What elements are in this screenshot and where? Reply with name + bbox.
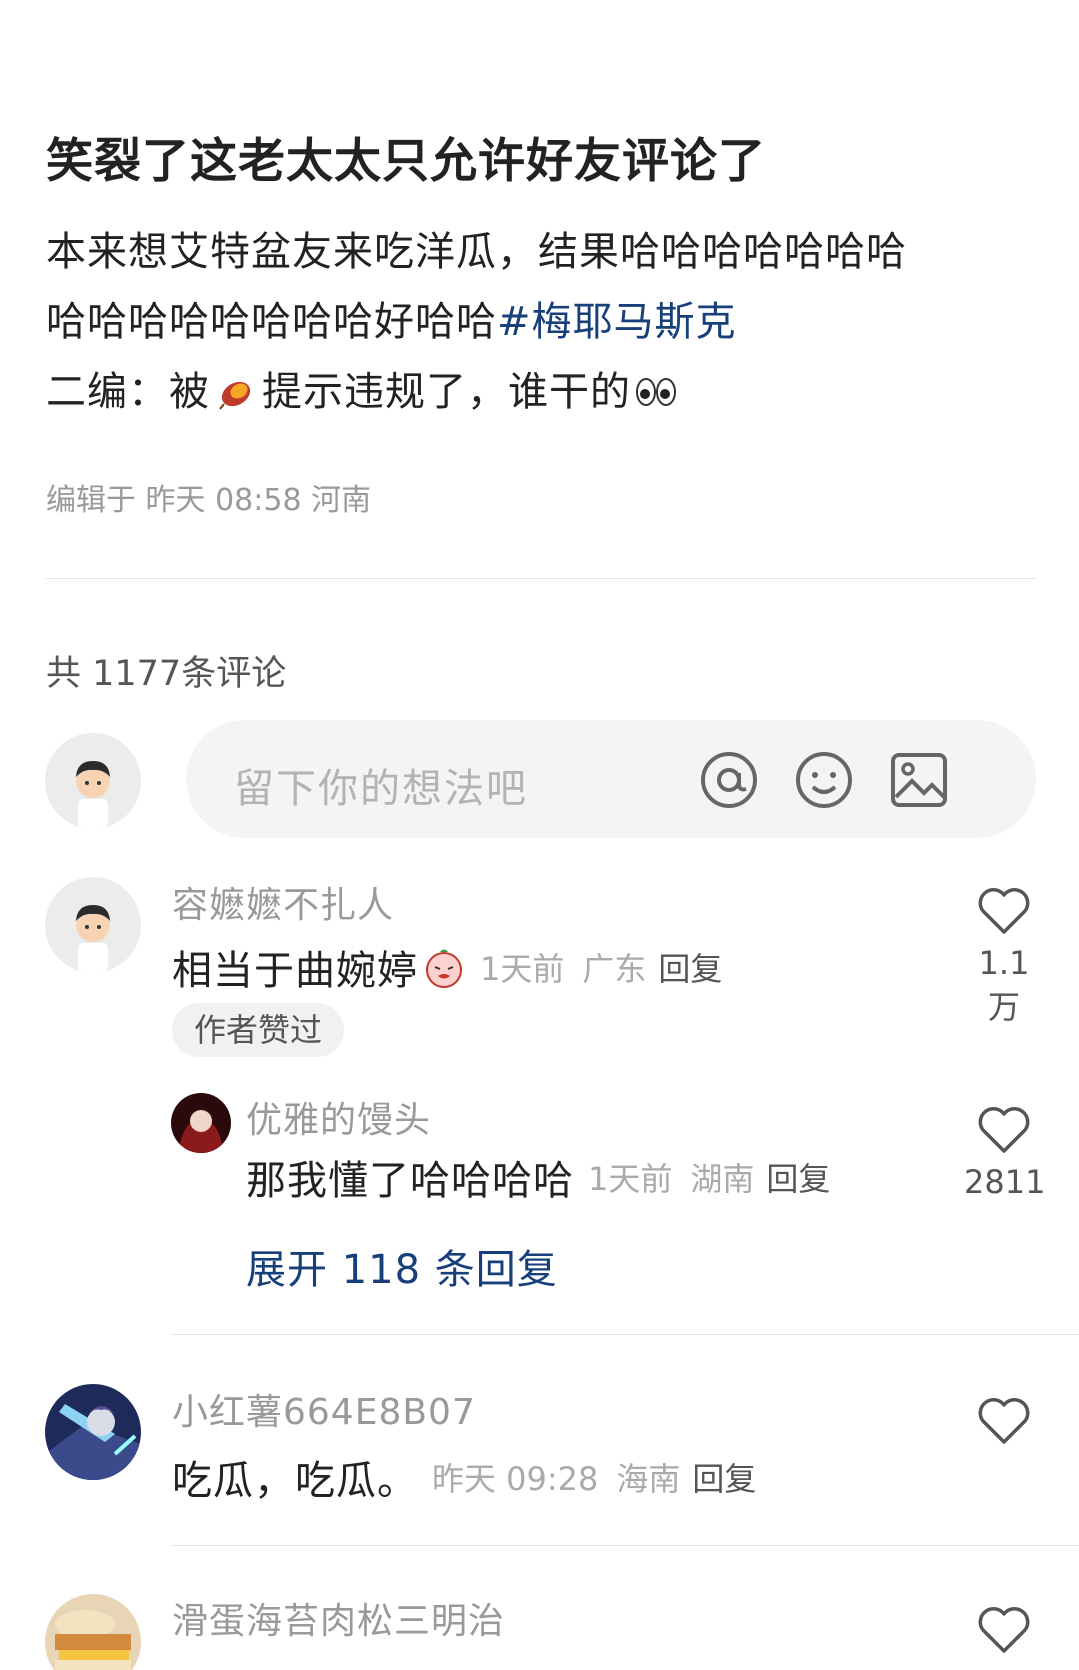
post-body-text: 哈哈哈哈哈哈哈哈好哈哈 (46, 299, 497, 345)
comment-time: 昨天 09:28 (432, 1460, 599, 1498)
reply-location: 湖南 (690, 1160, 755, 1198)
post-title: 笑裂了这老太太只允许好友评论了 (46, 134, 766, 189)
reply-button[interactable]: 回复 (766, 1154, 830, 1200)
comment-author[interactable]: 小红薯664E8B07 (172, 1383, 476, 1435)
my-avatar[interactable] (45, 733, 141, 829)
reply-button[interactable]: 回复 (692, 1454, 756, 1500)
comment-author[interactable]: 滑蛋海苔肉松三明治 (172, 1592, 505, 1644)
comment-meta: 1天前 广东 (480, 944, 646, 990)
edit-suffix: 提示违规了，谁干的 (262, 369, 631, 415)
comment-body: 相当于曲婉婷 1天前 广东 回复 (172, 938, 722, 996)
boy-avatar-icon (45, 877, 141, 973)
reply-button[interactable]: 回复 (658, 944, 722, 990)
post-body: 本来想艾特盆友来吃洋瓜，结果哈哈哈哈哈哈哈 哈哈哈哈哈哈哈哈好哈哈#梅耶马斯克 … (46, 217, 1036, 427)
heart-icon (978, 1607, 1030, 1653)
heart-icon (978, 888, 1030, 934)
reply-body: 那我懂了哈哈哈哈 1天前 湖南 回复 (246, 1148, 830, 1206)
boy-avatar-icon (45, 733, 141, 829)
divider (171, 1545, 1079, 1546)
anime-avatar-icon (45, 1384, 141, 1480)
comment-body: 吃瓜，吃瓜。 昨天 09:28 海南 回复 (172, 1448, 756, 1506)
comment-meta: 昨天 09:28 海南 (432, 1454, 680, 1500)
post-body-line: 本来想艾特盆友来吃洋瓜，结果哈哈哈哈哈哈哈 (46, 229, 907, 275)
divider (46, 578, 1036, 579)
comment-count: 共 1177条评论 (46, 654, 287, 694)
comment-input-placeholder: 留下你的想法吧 (234, 766, 528, 812)
like-count: 1.1万 (978, 944, 1030, 1026)
at-icon[interactable] (698, 749, 760, 811)
reply-text: 那我懂了哈哈哈哈 (246, 1158, 574, 1204)
reply-avatar[interactable] (171, 1093, 231, 1153)
post-edit-note: 二编：被 提示违规了，谁干的 (46, 357, 1036, 427)
image-icon[interactable] (888, 749, 950, 811)
like-button[interactable]: 2811 (964, 1105, 1046, 1201)
comment-text: 吃瓜，吃瓜。 (172, 1458, 418, 1504)
comment-avatar[interactable] (45, 1594, 141, 1670)
expand-replies-button[interactable]: 展开 118 条回复 (246, 1237, 558, 1295)
comment-time: 1天前 (480, 950, 565, 988)
divider (171, 1334, 1079, 1335)
costume-avatar-icon (171, 1093, 231, 1153)
food-avatar-icon (45, 1594, 141, 1670)
like-count: 2811 (964, 1163, 1046, 1201)
peach-face-emoji (426, 949, 462, 988)
comment-input[interactable]: 留下你的想法吧 (186, 720, 1036, 838)
sweet-potato-icon (219, 381, 251, 410)
post-meta: 编辑于 昨天 08:58 河南 (46, 483, 372, 518)
reply-time: 1天前 (588, 1160, 673, 1198)
reply-meta: 1天前 湖南 (588, 1154, 754, 1200)
post-body-line: 哈哈哈哈哈哈哈哈好哈哈#梅耶马斯克 (46, 287, 1036, 357)
smile-icon[interactable] (793, 749, 855, 811)
like-button[interactable] (964, 1605, 1044, 1655)
like-button[interactable]: 1.1万 (964, 886, 1044, 1028)
reply-author[interactable]: 优雅的馒头 (246, 1091, 431, 1143)
heart-icon (978, 1107, 1030, 1153)
comment-text: 相当于曲婉婷 (172, 948, 418, 994)
hashtag-link[interactable]: #梅耶马斯克 (497, 299, 737, 345)
comment-author[interactable]: 容嬷嬷不扎人 (172, 876, 394, 928)
comment-location: 海南 (616, 1460, 681, 1498)
author-liked-badge: 作者赞过 (172, 1003, 344, 1057)
eyes-icon (636, 378, 676, 406)
edit-prefix: 二编：被 (46, 369, 210, 415)
comment-avatar[interactable] (45, 877, 141, 973)
comment-location: 广东 (582, 950, 647, 988)
like-button[interactable] (964, 1396, 1044, 1446)
comment-avatar[interactable] (45, 1384, 141, 1480)
heart-icon (978, 1398, 1030, 1444)
